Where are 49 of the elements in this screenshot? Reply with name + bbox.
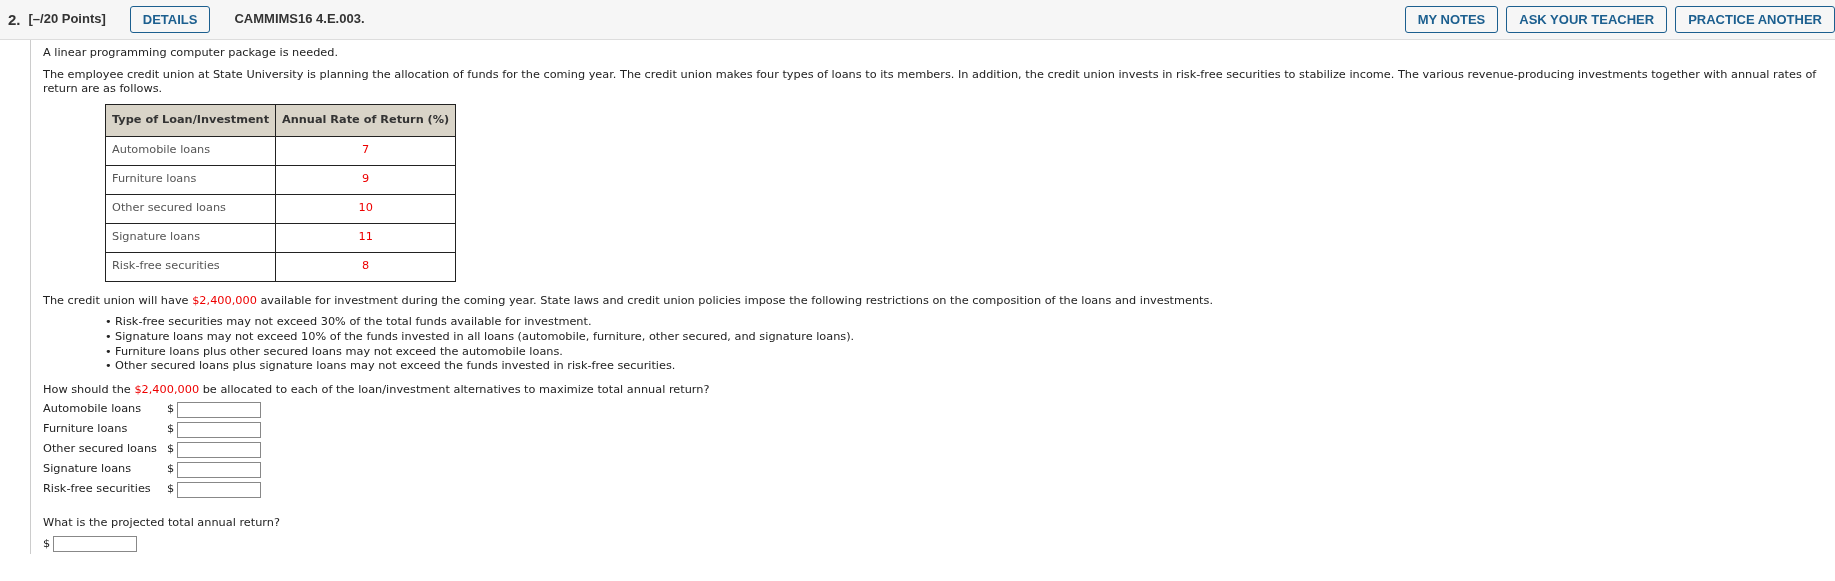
question-number: 2.	[8, 9, 21, 30]
table-cell: Risk-free securities	[105, 252, 276, 282]
restriction-item: Furniture loans plus other secured loans may not exceed the automobile loans.	[115, 344, 563, 360]
currency-sign: $	[167, 462, 176, 478]
table-cell: Furniture loans	[105, 165, 276, 195]
currency-sign: $	[167, 422, 176, 438]
currency-sign: $	[167, 402, 176, 418]
answer-label: Automobile loans	[43, 402, 143, 418]
table-cell: Signature loans	[105, 223, 276, 253]
answer-label: Risk-free securities	[43, 482, 152, 498]
restriction-item: Risk-free securities may not exceed 30% of the total funds available for investment.	[115, 315, 592, 331]
answer-label: Other secured loans	[43, 442, 158, 458]
table-cell: 7	[275, 136, 456, 166]
intro-text: A linear programming computer package is needed.	[43, 46, 340, 61]
currency-sign: $	[167, 442, 176, 458]
restriction-item: Signature loans may not exceed 10% of the funds invested in all loans (automobile, furniture, other secured, and signature loans).	[115, 330, 855, 345]
currency-sign: $	[167, 482, 176, 498]
restriction-item: Other secured loans plus signature loans may not exceed the funds invested in risk-free securities.	[115, 359, 676, 375]
header-button[interactable]: PRACTICE ANOTHER	[1675, 5, 1835, 34]
table-cell: 8	[275, 252, 456, 282]
answer-field[interactable]	[177, 421, 261, 438]
answer-field[interactable]	[53, 536, 137, 553]
column-header: Type of Loan/Investment	[105, 104, 276, 137]
header-button[interactable]: MY NOTES	[1404, 5, 1499, 34]
points-label: [–/20 Points]	[28, 11, 106, 28]
answer-label: Furniture loans	[43, 422, 129, 438]
table-cell: Automobile loans	[105, 136, 276, 166]
details-button[interactable]: DETAILS	[129, 5, 211, 34]
answer-label: Signature loans	[43, 462, 133, 478]
table-cell: 10	[275, 194, 456, 224]
bullet-mark: •	[105, 359, 113, 375]
question-code: CAMMIMS16 4.E.003.	[234, 11, 365, 28]
total-question: What is the projected total annual return?	[43, 515, 281, 531]
currency-sign: $	[43, 537, 52, 552]
answer-field[interactable]	[177, 481, 261, 498]
table-cell: 9	[275, 165, 456, 195]
answer-field[interactable]	[177, 441, 261, 458]
funds-sentence: The credit union will have $2,400,000 available for investment during the coming year. State laws and credit union policies impose the following restrictions on the composition of the loans and investments.	[43, 293, 1215, 309]
table-cell: 11	[275, 223, 456, 253]
question-text: How should the $2,400,000 be allocated to each of the loan/investment alternatives to maximize total annual return?	[43, 383, 711, 398]
answer-field[interactable]	[177, 461, 261, 478]
header-button[interactable]: ASK YOUR TEACHER	[1506, 5, 1668, 34]
description-text: The employee credit union at State University is planning the allocation of funds for the coming year. The credit union makes four types of loans to its members. In addition, the credit union invests in risk-free securities to stabilize income. The various revenue-producing investments together with annual rates of return are as follows.	[43, 67, 1818, 97]
bullet-mark: •	[105, 344, 113, 360]
bullet-mark: •	[105, 315, 113, 331]
column-header: Annual Rate of Return (%)	[275, 104, 456, 137]
answer-field[interactable]	[177, 401, 261, 418]
table-cell: Other secured loans	[105, 194, 276, 224]
bullet-mark: •	[105, 330, 113, 345]
